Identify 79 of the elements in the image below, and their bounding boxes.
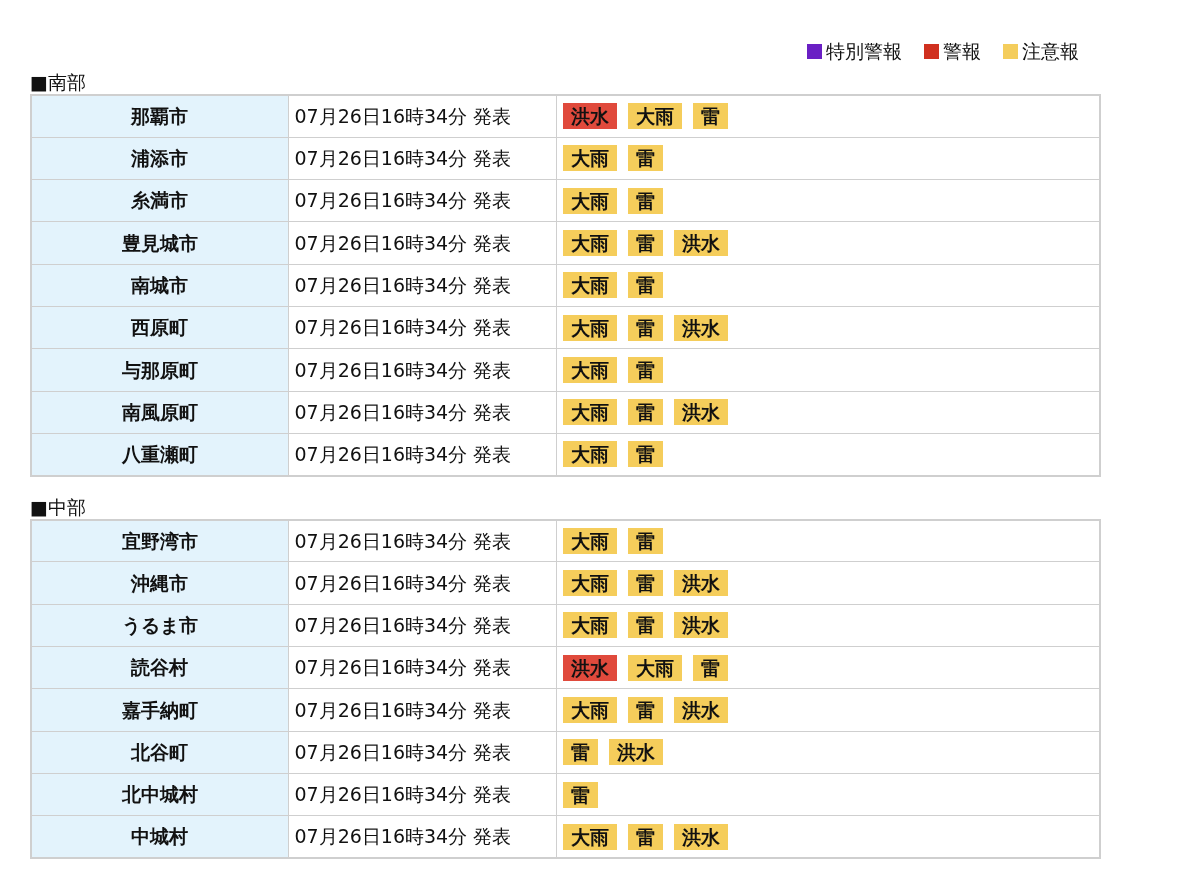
alert-tag: 雷 (627, 356, 663, 383)
alert-tag: 雷 (562, 781, 598, 808)
alert-tag: 雷 (627, 272, 663, 299)
issued-time-cell: 07月26日16時34分 発表 (288, 306, 556, 349)
issued-time-cell: 07月26日16時34分 発表 (288, 773, 556, 816)
section-heading: ■中部 (30, 494, 87, 519)
alert-tag: 雷 (627, 612, 663, 639)
issued-time-cell: 07月26日16時34分 発表 (288, 221, 556, 265)
area-name-cell: うるま市 (31, 604, 288, 647)
issued-time-cell: 07月26日16時34分 発表 (288, 264, 556, 307)
alert-tag: 大雨 (562, 570, 617, 597)
issued-time-cell: 07月26日16時34分 発表 (288, 519, 556, 562)
area-name-cell: 南風原町 (31, 391, 288, 434)
alert-tag: 大雨 (627, 103, 682, 130)
alert-tag: 雷 (692, 103, 728, 130)
issued-time-cell: 07月26日16時34分 発表 (288, 391, 556, 434)
alert-tag: 大雨 (562, 399, 617, 426)
area-name-cell: 沖縄市 (31, 561, 288, 605)
legend-label: 注意報 (1022, 38, 1079, 64)
alert-tag: 雷 (627, 145, 663, 172)
alert-tag: 雷 (627, 528, 663, 555)
area-name-cell: 南城市 (31, 264, 288, 307)
alert-tag: 大雨 (562, 314, 617, 341)
area-name-cell: 宜野湾市 (31, 519, 288, 562)
area-name-cell: 浦添市 (31, 137, 288, 180)
area-name-cell: 嘉手納町 (31, 688, 288, 732)
issued-time-cell: 07月26日16時34分 発表 (288, 95, 556, 138)
area-name-cell: 八重瀬町 (31, 433, 288, 476)
alert-tag: 洪水 (562, 654, 617, 681)
alert-tag: 洪水 (673, 612, 728, 639)
alert-tag: 雷 (692, 654, 728, 681)
alert-tag: 大雨 (562, 823, 617, 850)
issued-time-cell: 07月26日16時34分 発表 (288, 731, 556, 774)
issued-time-cell: 07月26日16時34分 発表 (288, 604, 556, 647)
issued-time-cell: 07月26日16時34分 発表 (288, 688, 556, 732)
alert-tag: 雷 (627, 441, 663, 468)
alert-tag: 大雨 (562, 145, 617, 172)
alert-tag: 雷 (627, 697, 663, 723)
area-name-cell: 与那原町 (31, 348, 288, 392)
alert-tag: 洪水 (673, 314, 728, 341)
alert-tag: 雷 (627, 823, 663, 850)
issued-time-cell: 07月26日16時34分 発表 (288, 137, 556, 180)
area-name-cell: 那覇市 (31, 95, 288, 138)
alert-tag: 洪水 (673, 697, 728, 723)
alert-tag: 大雨 (562, 612, 617, 639)
area-name-cell: 中城村 (31, 815, 288, 859)
alert-tag: 大雨 (562, 697, 617, 723)
area-name-cell: 豊見城市 (31, 221, 288, 265)
legend-label: 特別警報 (826, 38, 902, 64)
alert-tag: 大雨 (562, 272, 617, 299)
alert-tag: 大雨 (562, 187, 617, 214)
alert-tag: 雷 (627, 230, 663, 257)
issued-time-cell: 07月26日16時34分 発表 (288, 179, 556, 222)
alert-tag: 洪水 (562, 103, 617, 130)
alert-tag: 雷 (627, 314, 663, 341)
alert-tag: 雷 (627, 399, 663, 426)
alert-tag: 大雨 (562, 356, 617, 383)
alert-tag: 大雨 (562, 441, 617, 468)
area-name-cell: 西原町 (31, 306, 288, 349)
area-name-cell: 糸満市 (31, 179, 288, 222)
alert-tag: 雷 (562, 739, 598, 766)
area-name-cell: 北中城村 (31, 773, 288, 816)
alert-tag: 洪水 (673, 823, 728, 850)
section-heading: ■南部 (30, 70, 87, 94)
issued-time-cell: 07月26日16時34分 発表 (288, 561, 556, 605)
alert-tag: 雷 (627, 570, 663, 597)
issued-time-cell: 07月26日16時34分 発表 (288, 348, 556, 392)
alert-tag: 洪水 (608, 739, 663, 766)
alert-tag: 大雨 (627, 654, 682, 681)
issued-time-cell: 07月26日16時34分 発表 (288, 646, 556, 689)
area-name-cell: 北谷町 (31, 731, 288, 774)
alert-tag: 洪水 (673, 570, 728, 597)
alert-tag: 大雨 (562, 230, 617, 257)
alert-tag: 洪水 (673, 399, 728, 426)
area-name-cell: 読谷村 (31, 646, 288, 689)
alert-tag: 洪水 (673, 230, 728, 257)
legend-label: 警報 (943, 38, 981, 64)
alert-tag: 雷 (627, 187, 663, 214)
alert-tag: 大雨 (562, 528, 617, 555)
